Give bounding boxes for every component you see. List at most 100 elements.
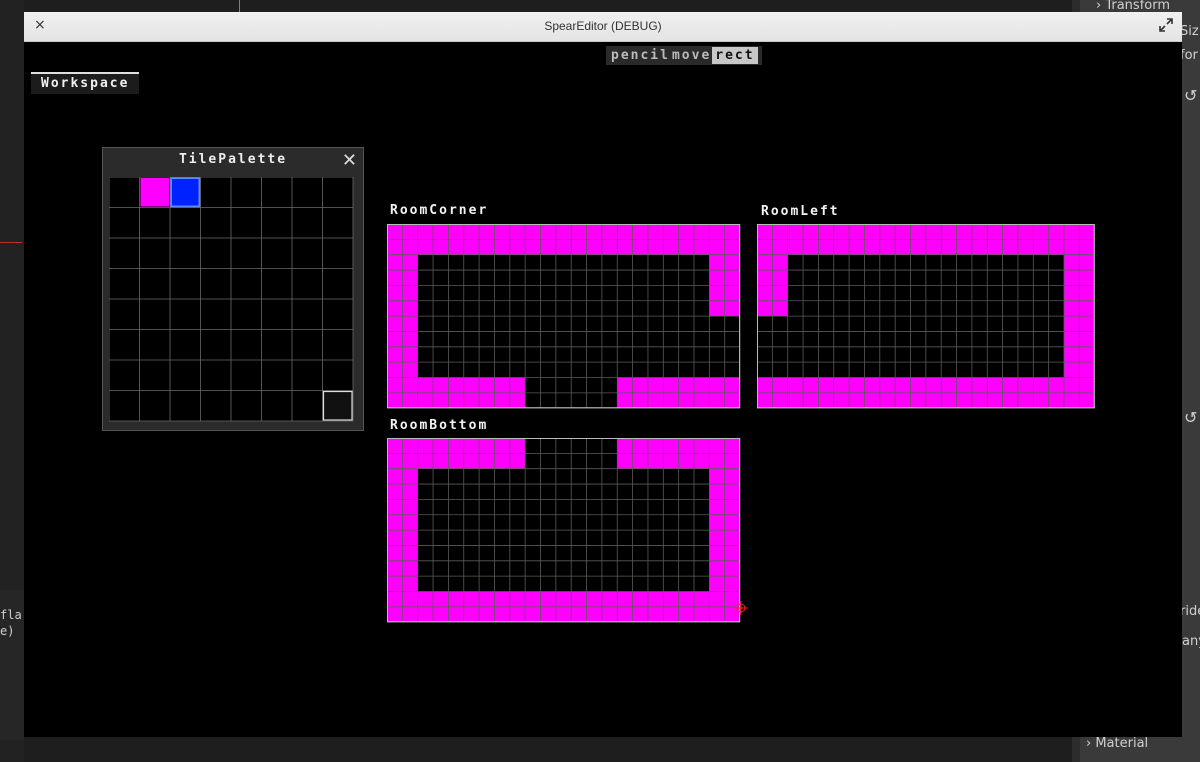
tile-cell[interactable] — [387, 530, 403, 546]
tile-cell[interactable] — [1017, 377, 1034, 393]
tile-cell[interactable] — [895, 392, 911, 409]
tile-cell[interactable] — [601, 591, 618, 607]
tile-cell[interactable] — [647, 453, 664, 469]
tile-cell[interactable] — [433, 224, 449, 240]
tile-cell[interactable] — [463, 453, 480, 469]
tile-cell[interactable] — [1048, 392, 1064, 409]
tile-cell[interactable] — [709, 468, 725, 485]
tile-cell[interactable] — [833, 239, 850, 255]
tile-cell[interactable] — [803, 224, 819, 240]
tile-cell[interactable] — [387, 514, 403, 531]
tile-cell[interactable] — [709, 484, 725, 500]
tile-cell[interactable] — [678, 591, 694, 607]
tile-cell[interactable] — [709, 606, 725, 623]
tile-cell[interactable] — [1002, 377, 1018, 393]
tile-cell[interactable] — [772, 377, 788, 393]
tile-cell[interactable] — [617, 438, 633, 454]
tile-cell[interactable] — [402, 606, 418, 623]
palette-close-icon[interactable]: ✕ — [342, 150, 357, 171]
tile-cell[interactable] — [494, 591, 510, 607]
tile-cell[interactable] — [509, 224, 526, 240]
inspector-material-section[interactable]: › Material — [1086, 736, 1148, 751]
tile-cell[interactable] — [709, 224, 725, 240]
tile-cell[interactable] — [402, 316, 418, 332]
tile-cell[interactable] — [941, 377, 957, 393]
tile-cell[interactable] — [632, 591, 648, 607]
tile-cell[interactable] — [433, 239, 449, 255]
tile-cell[interactable] — [772, 254, 788, 271]
tile-cell[interactable] — [879, 239, 896, 255]
tile-cell[interactable] — [1017, 224, 1034, 240]
tile-cell[interactable] — [448, 453, 464, 469]
tile-cell[interactable] — [724, 254, 741, 271]
tile-cell[interactable] — [540, 606, 556, 623]
tile-cell[interactable] — [1079, 377, 1095, 393]
tile-cell[interactable] — [617, 606, 633, 623]
tool-pencil[interactable]: pencil — [610, 47, 671, 64]
tile-cell[interactable] — [555, 224, 572, 240]
tile-cell[interactable] — [724, 285, 741, 301]
tile-cell[interactable] — [448, 239, 464, 255]
tile-cell[interactable] — [910, 377, 926, 393]
tile-cell[interactable] — [910, 239, 926, 255]
tile-cell[interactable] — [757, 239, 773, 255]
tile-cell[interactable] — [402, 285, 418, 301]
tile-cell[interactable] — [632, 392, 648, 409]
tile-cell[interactable] — [448, 224, 464, 240]
tile-cell[interactable] — [387, 300, 403, 317]
tile-cell[interactable] — [956, 224, 972, 240]
tile-cell[interactable] — [971, 224, 988, 240]
palette-tile[interactable] — [140, 178, 170, 207]
tile-cell[interactable] — [571, 606, 587, 623]
tile-cell[interactable] — [509, 392, 526, 409]
tile-cell[interactable] — [709, 377, 725, 393]
tile-cell[interactable] — [724, 270, 741, 286]
tile-cell[interactable] — [694, 377, 710, 393]
tile-cell[interactable] — [402, 224, 418, 240]
tile-cell[interactable] — [772, 270, 788, 286]
tile-cell[interactable] — [494, 453, 510, 469]
room-roomleft[interactable] — [757, 224, 1097, 410]
tile-cell[interactable] — [387, 239, 403, 255]
tile-cell[interactable] — [647, 438, 664, 454]
tile-cell[interactable] — [1079, 346, 1095, 363]
tile-cell[interactable] — [417, 392, 434, 409]
tile-cell[interactable] — [387, 545, 403, 561]
tile-cell[interactable] — [724, 545, 741, 561]
tile-cell[interactable] — [864, 239, 880, 255]
tile-cell[interactable] — [1064, 377, 1080, 393]
tile-cell[interactable] — [849, 377, 865, 393]
tile-cell[interactable] — [663, 606, 679, 623]
tile-cell[interactable] — [387, 331, 403, 347]
tile-cell[interactable] — [417, 453, 434, 469]
tile-cell[interactable] — [833, 377, 850, 393]
tile-cell[interactable] — [1079, 270, 1095, 286]
tile-cell[interactable] — [724, 514, 741, 531]
room-roomcorner[interactable] — [387, 224, 742, 410]
maximize-icon[interactable] — [1158, 17, 1174, 33]
tile-cell[interactable] — [663, 392, 679, 409]
tile-cell[interactable] — [387, 346, 403, 363]
tile-palette-grid[interactable] — [109, 177, 357, 425]
tile-cell[interactable] — [1002, 239, 1018, 255]
tile-cell[interactable] — [724, 239, 741, 255]
tile-cell[interactable] — [402, 591, 418, 607]
tile-cell[interactable] — [971, 392, 988, 409]
tile-cell[interactable] — [694, 453, 710, 469]
tile-cell[interactable] — [1064, 316, 1080, 332]
tile-cell[interactable] — [772, 224, 788, 240]
tile-cell[interactable] — [709, 392, 725, 409]
tile-cell[interactable] — [709, 285, 725, 301]
tile-cell[interactable] — [864, 377, 880, 393]
tile-cell[interactable] — [479, 453, 495, 469]
tile-cell[interactable] — [632, 377, 648, 393]
tile-cell[interactable] — [479, 377, 495, 393]
tile-cell[interactable] — [463, 224, 480, 240]
tile-cell[interactable] — [663, 438, 679, 454]
tile-cell[interactable] — [849, 392, 865, 409]
tile-cell[interactable] — [387, 362, 403, 378]
tile-cell[interactable] — [709, 545, 725, 561]
tile-cell[interactable] — [818, 224, 834, 240]
tile-cell[interactable] — [803, 239, 819, 255]
tile-cell[interactable] — [694, 224, 710, 240]
